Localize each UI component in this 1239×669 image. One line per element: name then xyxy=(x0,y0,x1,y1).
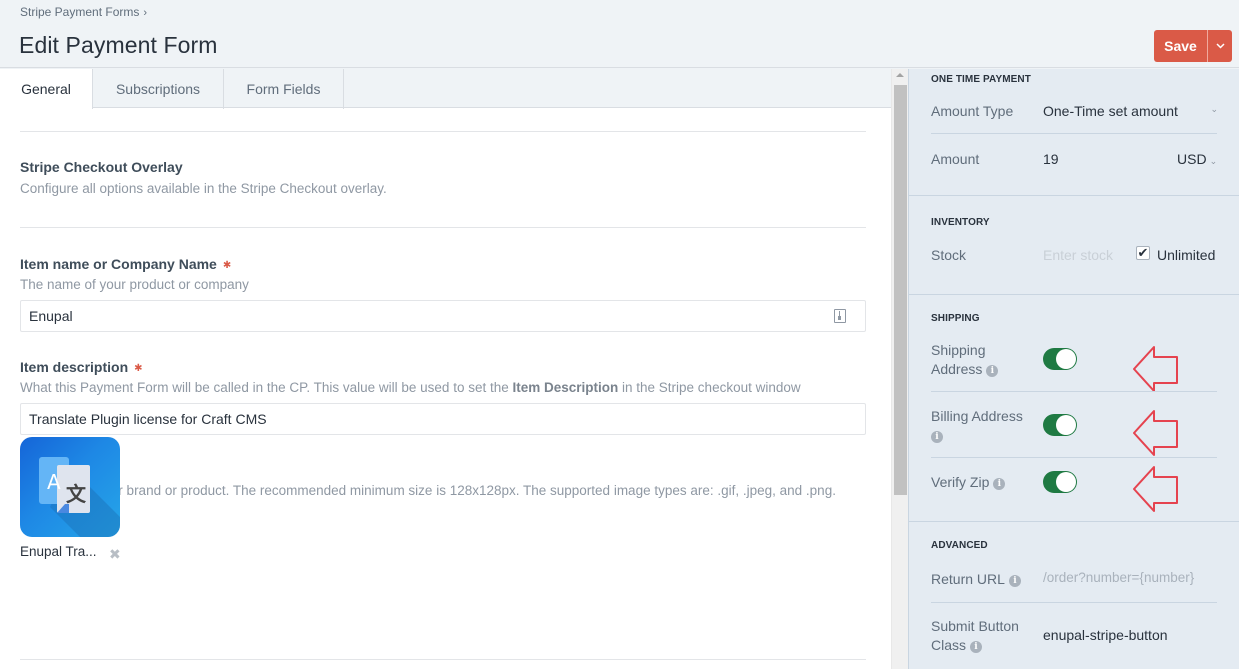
label-line: Submit Button xyxy=(931,618,1019,634)
amount-input[interactable]: 19 xyxy=(1043,151,1059,167)
one-time-payment-heading: ONE TIME PAYMENT xyxy=(931,74,1031,85)
stock-input[interactable]: Enter stock xyxy=(1043,247,1113,263)
divider xyxy=(931,457,1217,458)
item-name-label: Item name or Company Name ✱ xyxy=(20,256,231,272)
contact-card-icon[interactable] xyxy=(834,309,846,323)
tab-form-fields[interactable]: Form Fields xyxy=(224,69,344,109)
tab-bar: General Subscriptions Form Fields xyxy=(0,69,891,109)
divider xyxy=(20,659,866,660)
scrollbar-thumb[interactable] xyxy=(894,85,907,495)
instructions-text: What this Payment Form will be called in… xyxy=(20,380,513,395)
unlimited-label[interactable]: Unlimited xyxy=(1157,247,1215,263)
scroll-up-arrow-icon[interactable] xyxy=(896,73,904,77)
tab-general[interactable]: General xyxy=(0,69,93,109)
save-button[interactable]: Save xyxy=(1154,30,1207,62)
item-description-label-text: Item description xyxy=(20,359,129,375)
logo-thumbnail[interactable]: A 文 xyxy=(20,437,120,537)
section-instructions: Configure all options available in the S… xyxy=(20,181,387,196)
billing-address-label: Billing Address i xyxy=(931,407,1023,445)
submit-button-class-label: Submit Button Class i xyxy=(931,617,1019,655)
amount-type-value: One-Time set amount xyxy=(1043,103,1178,119)
advanced-section: ADVANCED Return URL i /order?number={numb… xyxy=(909,522,1239,669)
amount-type-select[interactable]: One-Time set amount ⌄ xyxy=(1043,103,1218,119)
toggle-knob xyxy=(1056,472,1076,492)
return-url-label: Return URL i xyxy=(931,570,1021,589)
info-icon[interactable]: i xyxy=(986,365,999,377)
shipping-address-label: Shipping Address i xyxy=(931,341,999,379)
breadcrumb: Stripe Payment Forms › xyxy=(20,5,147,19)
chevron-down-icon: ⌄ xyxy=(1210,104,1218,114)
amount-label: Amount xyxy=(931,151,980,167)
logo-instructions: An Image of your brand or product. The r… xyxy=(20,483,836,498)
divider xyxy=(20,131,866,132)
inventory-heading: INVENTORY xyxy=(931,217,990,228)
annotation-arrow-icon xyxy=(1133,346,1178,392)
divider xyxy=(931,391,1217,392)
item-name-label-text: Item name or Company Name xyxy=(20,256,217,272)
save-options-button[interactable] xyxy=(1207,30,1232,62)
info-icon[interactable]: i xyxy=(993,478,1006,490)
info-icon[interactable]: i xyxy=(1008,575,1021,587)
save-button-group: Save xyxy=(1154,30,1232,62)
remove-icon[interactable]: ✖ xyxy=(109,546,121,563)
stock-label: Stock xyxy=(931,247,967,263)
one-time-payment-section: ONE TIME PAYMENT Amount Type One-Time se… xyxy=(909,69,1239,196)
main-scrollbar[interactable] xyxy=(891,69,908,669)
unlimited-checkbox[interactable]: ✔ xyxy=(1136,246,1150,260)
toggle-knob xyxy=(1056,415,1076,435)
divider xyxy=(931,133,1217,134)
shipping-section: SHIPPING Shipping Address i Billing Addre… xyxy=(909,295,1239,522)
checkmark-icon: ✔ xyxy=(1137,245,1149,260)
annotation-arrow-icon xyxy=(1133,410,1178,456)
chevron-down-icon: ⌄ xyxy=(1209,156,1218,166)
item-description-label: Item description ✱ xyxy=(20,359,143,375)
label-line: Shipping xyxy=(931,342,986,358)
divider xyxy=(20,227,866,228)
shipping-address-toggle[interactable] xyxy=(1043,348,1077,370)
shipping-heading: SHIPPING xyxy=(931,313,980,324)
svg-text:A: A xyxy=(47,470,61,494)
submit-button-class-input[interactable]: enupal-stripe-button xyxy=(1043,627,1168,643)
page-header: Stripe Payment Forms › Edit Payment Form … xyxy=(0,0,1239,68)
chevron-down-icon xyxy=(1215,43,1225,49)
annotation-arrow-icon xyxy=(1133,466,1178,512)
item-name-input[interactable]: Enupal xyxy=(20,300,866,332)
return-url-input[interactable]: /order?number={number} xyxy=(1043,570,1194,585)
label-line: Return URL xyxy=(931,571,1005,587)
verify-zip-label: Verify Zip i xyxy=(931,473,1006,492)
logo-file-name: Enupal Tra... xyxy=(20,544,97,559)
item-name-instructions: The name of your product or company xyxy=(20,277,249,292)
currency-value: USD xyxy=(1177,151,1207,167)
page-title: Edit Payment Form xyxy=(19,32,218,58)
toggle-knob xyxy=(1056,349,1076,369)
breadcrumb-link-stripe-payment-forms[interactable]: Stripe Payment Forms xyxy=(20,5,139,19)
tab-subscriptions[interactable]: Subscriptions xyxy=(93,69,224,109)
inventory-section: INVENTORY Stock Enter stock ✔ Unlimited xyxy=(909,196,1239,295)
info-icon[interactable]: i xyxy=(970,641,983,653)
info-icon[interactable]: i xyxy=(931,431,943,443)
advanced-heading: ADVANCED xyxy=(931,540,988,551)
svg-text:文: 文 xyxy=(66,482,87,506)
label-line: Billing Address xyxy=(931,408,1023,424)
label-line: Class xyxy=(931,637,967,653)
currency-select[interactable]: USD ⌄ xyxy=(1177,151,1217,167)
breadcrumb-separator: › xyxy=(143,7,148,19)
divider xyxy=(931,602,1217,603)
item-description-input[interactable]: Translate Plugin license for Craft CMS xyxy=(20,403,866,435)
billing-address-toggle[interactable] xyxy=(1043,414,1077,436)
translate-app-icon: A 文 xyxy=(39,457,120,537)
item-description-instructions: What this Payment Form will be called in… xyxy=(20,380,801,395)
instructions-text: in the Stripe checkout window xyxy=(618,380,801,395)
label-line: Verify Zip xyxy=(931,474,990,490)
instructions-bold-text: Item Description xyxy=(512,380,619,395)
required-icon: ✱ xyxy=(134,363,143,374)
label-line: Address xyxy=(931,361,983,377)
amount-type-label: Amount Type xyxy=(931,103,1014,119)
section-title: Stripe Checkout Overlay xyxy=(20,159,183,175)
settings-sidebar: ONE TIME PAYMENT Amount Type One-Time se… xyxy=(908,69,1239,669)
verify-zip-toggle[interactable] xyxy=(1043,471,1077,493)
required-icon: ✱ xyxy=(222,260,232,271)
